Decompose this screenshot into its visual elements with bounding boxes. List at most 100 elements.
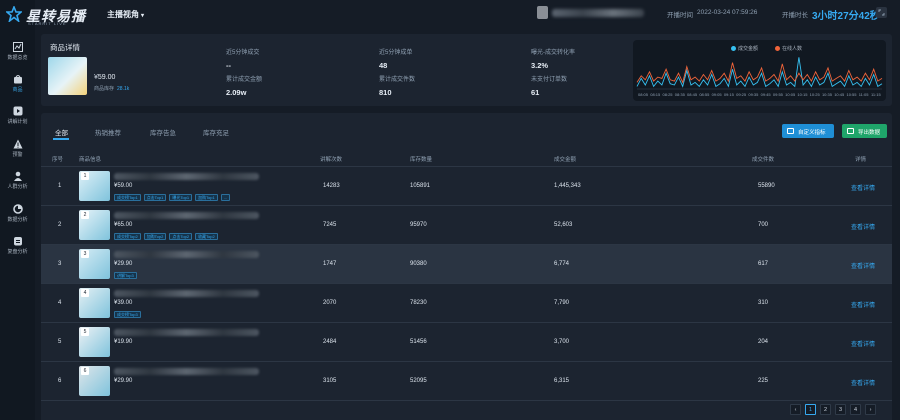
page-button[interactable]: 4: [850, 404, 861, 415]
brand-subtitle: STARRIT LIVE: [28, 21, 67, 26]
table-row[interactable]: 1 1 ¥59.00 成交榜Top1 点击Top1 曝光Top1 加购Top1... 1428…: [41, 167, 892, 206]
start-time-value: 2022-03-24 07:59:26: [697, 9, 758, 16]
table-row[interactable]: 3 3 ¥29.90 讲解Top3 1747 90380 6,774 617 查看详情: [41, 245, 892, 284]
deal-count: 204: [758, 339, 769, 345]
tab-hot[interactable]: 热销推荐: [95, 127, 121, 137]
product-tags: 成交榜Top1 点击Top1 曝光Top1 加购Top1...: [114, 194, 233, 202]
series-line-1: [636, 62, 883, 84]
product-tag: 收藏Top2: [195, 233, 218, 240]
column-header[interactable]: 讲解次数: [320, 155, 342, 163]
prev-page-button[interactable]: ‹: [790, 404, 801, 415]
product-number-badge: 5: [81, 328, 89, 336]
x-tick-label: 10:25: [810, 92, 821, 97]
blurred-product-title: [114, 251, 259, 258]
stat-item: 曝光-成交转化率 3.2%: [531, 50, 575, 70]
explain-count: 14283: [323, 183, 340, 189]
page-button[interactable]: 2: [820, 404, 831, 415]
column-header[interactable]: 成交件数: [752, 155, 774, 163]
x-tick-label: 11:15: [871, 92, 881, 97]
blurred-product-title: [114, 290, 259, 297]
view-details-link[interactable]: 查看详情: [851, 222, 875, 231]
product-tag: 点击Top2: [169, 233, 193, 240]
expand-icon: [878, 9, 885, 16]
sidebar-item-label: 讲解计划: [7, 119, 28, 125]
column-header: 序号: [52, 157, 64, 163]
sidebar-item-analysis[interactable]: 数据分析: [0, 204, 35, 232]
tab-all[interactable]: 全部: [55, 127, 68, 137]
sidebar-item-plan[interactable]: 讲解计划: [0, 106, 35, 134]
view-switcher[interactable]: 主播视角 ▾: [107, 9, 144, 20]
product-number-badge: 1: [81, 172, 89, 180]
x-tick-label: 09:35: [748, 92, 759, 97]
table-row[interactable]: 2 2 ¥65.00 成交榜Top2 加购Top2 点击Top2 收藏Top2 7245 959…: [41, 206, 892, 245]
stock-count: 105891: [410, 183, 431, 189]
table-row[interactable]: 4 4 ¥39.00 成交榜Top3 2070 78230 7,790 310 查看详情: [41, 284, 892, 323]
product-price: ¥39.00: [114, 300, 133, 306]
sidebar-item-review[interactable]: 复盘分析: [0, 236, 35, 264]
sidebar-item-warning[interactable]: 预警: [0, 139, 35, 167]
deal-amount: 6,774: [554, 261, 570, 267]
fullscreen-button[interactable]: [876, 7, 887, 18]
export-data-button[interactable]: 导出数据: [842, 124, 887, 138]
page-button[interactable]: 3: [835, 404, 846, 415]
custom-metrics-button[interactable]: 自定义指标: [782, 124, 834, 138]
deal-amount: 1,445,343: [554, 183, 581, 189]
page-button[interactable]: 1: [805, 404, 816, 415]
product-price: ¥29.90: [114, 378, 133, 384]
deal-count: 55890: [758, 183, 775, 189]
stock-count: 78230: [410, 300, 427, 306]
sidebar-item-label: 数据分析: [7, 217, 28, 223]
stock-count: 52095: [410, 378, 427, 384]
stat-item: 累计成交金额 2.09w: [226, 77, 263, 97]
view-details-link[interactable]: 查看详情: [851, 339, 875, 348]
tab-enough-stock[interactable]: 库存充足: [203, 127, 229, 137]
next-page-button[interactable]: ›: [865, 404, 876, 415]
x-tick-label: 09:05: [712, 92, 723, 97]
warning-icon: [13, 139, 22, 149]
view-details-link[interactable]: 查看详情: [851, 261, 875, 270]
x-tick-label: 09:15: [724, 92, 735, 97]
x-tick-label: 10:45: [834, 92, 845, 97]
product-table-panel: 全部 热销推荐 库存告急 库存充足 自定义指标 导出数据 序号 商品信息 讲解次…: [41, 113, 892, 420]
view-details-link[interactable]: 查看详情: [851, 300, 875, 309]
product-tag: 成交榜Top1: [114, 194, 141, 201]
user-icon: [13, 171, 22, 181]
x-tick-label: 10:55: [846, 92, 857, 97]
product-tag: 点击Top1: [143, 194, 167, 201]
explain-count: 7245: [323, 222, 337, 228]
product-tags: 成交榜Top3: [114, 311, 144, 319]
deal-amount: 7,790: [554, 300, 570, 306]
tab-low-stock[interactable]: 库存告急: [150, 127, 176, 137]
product-tag: 加购Top2: [143, 233, 167, 240]
deal-count: 700: [758, 222, 769, 228]
duration-label: 开播时长: [782, 12, 808, 19]
avatar: [537, 6, 548, 19]
pie-chart-icon: [12, 204, 23, 214]
sidebar-item-audience[interactable]: 人群分析: [0, 171, 35, 199]
x-tick-label: 08:05: [638, 92, 649, 97]
table-row[interactable]: 5 5 ¥19.90 2484 51456 3,700 204 查看详情: [41, 323, 892, 362]
sidebar-item-label: 预警: [12, 152, 23, 158]
row-index: 3: [58, 261, 62, 267]
sidebar-item-products[interactable]: 商品: [0, 74, 35, 102]
x-tick-label: 09:55: [773, 92, 784, 97]
sidebar-item-overview[interactable]: 数据总览: [0, 42, 35, 70]
product-number-badge: 4: [81, 289, 89, 297]
product-price: ¥65.00: [114, 222, 133, 228]
column-header[interactable]: 成交金额: [554, 155, 576, 163]
column-header[interactable]: 库存数量: [410, 155, 432, 163]
sidebar-item-label: 商品: [12, 87, 23, 93]
product-tags: 讲解Top3: [114, 272, 140, 280]
view-details-link[interactable]: 查看详情: [851, 378, 875, 387]
blurred-product-title: [114, 368, 259, 375]
x-tick-label: 10:05: [785, 92, 796, 97]
product-summary-card: 商品详情 ¥59.00 商品库存 28.1k 近5分钟成交 -- 近5分钟成单 48 …: [41, 34, 892, 106]
x-tick-label: 08:55: [699, 92, 710, 97]
product-price: ¥59.00: [114, 183, 133, 189]
play-icon: [13, 106, 22, 116]
x-tick-label: 08:15: [650, 92, 661, 97]
product-number-badge: 2: [81, 211, 89, 219]
blurred-product-title: [114, 212, 259, 219]
view-details-link[interactable]: 查看详情: [851, 183, 875, 192]
table-row[interactable]: 6 6 ¥29.90 3105 52095 6,315 225 查看详情: [41, 362, 892, 401]
